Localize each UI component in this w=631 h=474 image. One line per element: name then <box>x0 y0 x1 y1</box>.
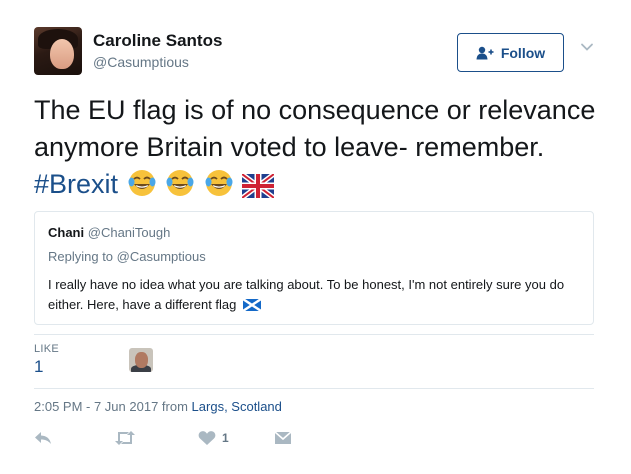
face-with-tears-of-joy-icon <box>166 170 194 196</box>
divider <box>34 334 594 335</box>
follow-button[interactable]: Follow <box>457 33 564 72</box>
chevron-down-icon[interactable] <box>580 40 594 54</box>
replying-to: Replying to @Casumptious <box>48 248 580 265</box>
replying-prefix: Replying to <box>48 249 114 264</box>
quoted-handle: @ChaniTough <box>87 225 171 240</box>
tweet-text: The EU flag is of no consequence or rele… <box>34 92 604 203</box>
author-handle[interactable]: @Casumptious <box>93 54 189 70</box>
quoted-body: I really have no idea what you are talki… <box>48 277 565 312</box>
face-with-tears-of-joy-icon <box>205 170 233 196</box>
quoted-tweet[interactable]: Chani @ChaniTough Replying to @Casumptio… <box>34 211 594 325</box>
tweet-body: The EU flag is of no consequence or rele… <box>34 95 596 162</box>
add-user-icon <box>476 46 494 59</box>
reply-icon <box>35 432 51 444</box>
heart-icon <box>198 431 216 445</box>
like-count[interactable]: 1 <box>34 357 43 377</box>
quoted-text: I really have no idea what you are talki… <box>48 275 578 315</box>
timestamp-text: 2:05 PM - 7 Jun 2017 from <box>34 399 188 414</box>
like-label: LIKE <box>34 343 60 355</box>
replying-handle[interactable]: @Casumptious <box>117 249 206 264</box>
uk-flag-icon <box>242 174 275 198</box>
divider <box>34 388 594 389</box>
liker-avatar[interactable] <box>129 348 153 372</box>
author-avatar[interactable] <box>34 27 82 75</box>
face-with-tears-of-joy-icon <box>128 170 156 196</box>
liker-face <box>135 352 148 368</box>
direct-message-button[interactable] <box>274 428 292 448</box>
quoted-author: Chani @ChaniTough <box>48 224 580 241</box>
quoted-name: Chani <box>48 225 85 240</box>
author-name[interactable]: Caroline Santos <box>93 31 222 51</box>
retweet-button[interactable] <box>114 428 136 448</box>
follow-label: Follow <box>500 44 546 61</box>
reply-button[interactable] <box>34 428 52 448</box>
scotland-flag-icon <box>243 299 262 311</box>
location-link[interactable]: Largs, Scotland <box>192 399 282 414</box>
like-action-count: 1 <box>222 431 229 445</box>
hashtag-link[interactable]: #Brexit <box>34 169 118 199</box>
timestamp: 2:05 PM - 7 Jun 2017 from Largs, Scotlan… <box>34 399 282 414</box>
like-button[interactable]: 1 <box>198 428 229 448</box>
avatar-face <box>50 39 74 69</box>
envelope-icon <box>274 431 292 444</box>
retweet-icon <box>115 431 135 445</box>
